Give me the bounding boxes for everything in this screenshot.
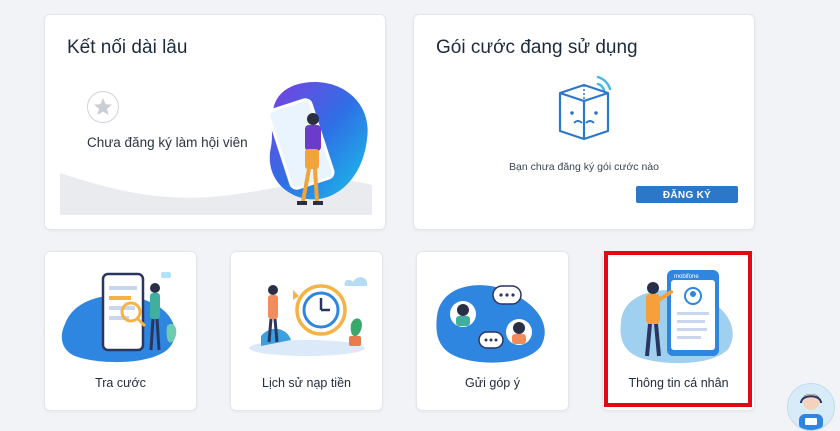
tile-lich-su-nap-tien[interactable]: Lịch sử nạp tiền	[230, 251, 383, 411]
package-empty-text: Bạn chưa đăng ký gói cước nào	[509, 161, 659, 173]
tile-label: Tra cước	[95, 376, 146, 390]
clock-history-icon	[249, 277, 368, 356]
profile-card-icon: mobifone	[620, 270, 733, 364]
chat-feedback-icon	[436, 285, 545, 363]
package-card-title: Gói cước đang sử dụng	[436, 37, 638, 58]
register-button[interactable]: ĐĂNG KÝ	[636, 186, 738, 203]
tile-label: Thông tin cá nhân	[628, 376, 729, 390]
tile-gui-gop-y[interactable]: Gửi góp ý	[416, 251, 569, 411]
star-icon	[87, 91, 119, 123]
brand-text: mobifone	[674, 274, 699, 280]
membership-card-title: Kết nối dài lâu	[67, 37, 188, 58]
support-chat-button[interactable]	[787, 383, 835, 431]
phone-search-icon	[61, 272, 177, 363]
tile-thong-tin-ca-nhan[interactable]: mobifone Thông tin cá nhân	[602, 251, 755, 411]
membership-status-text: Chưa đăng ký làm hội viên	[87, 135, 248, 150]
phone-hero-illustration	[267, 82, 368, 205]
tile-label: Lịch sử nạp tiền	[262, 376, 351, 390]
empty-box-icon	[558, 75, 612, 141]
tile-tra-cuoc[interactable]: Tra cước	[44, 251, 197, 411]
membership-card: Kết nối dài lâu Chưa đăng ký làm hội viê…	[44, 14, 386, 230]
tile-label: Gửi góp ý	[465, 376, 520, 390]
package-card: Gói cước đang sử dụng Bạn chưa đăng ký g…	[413, 14, 755, 230]
support-agent-icon	[799, 394, 823, 430]
